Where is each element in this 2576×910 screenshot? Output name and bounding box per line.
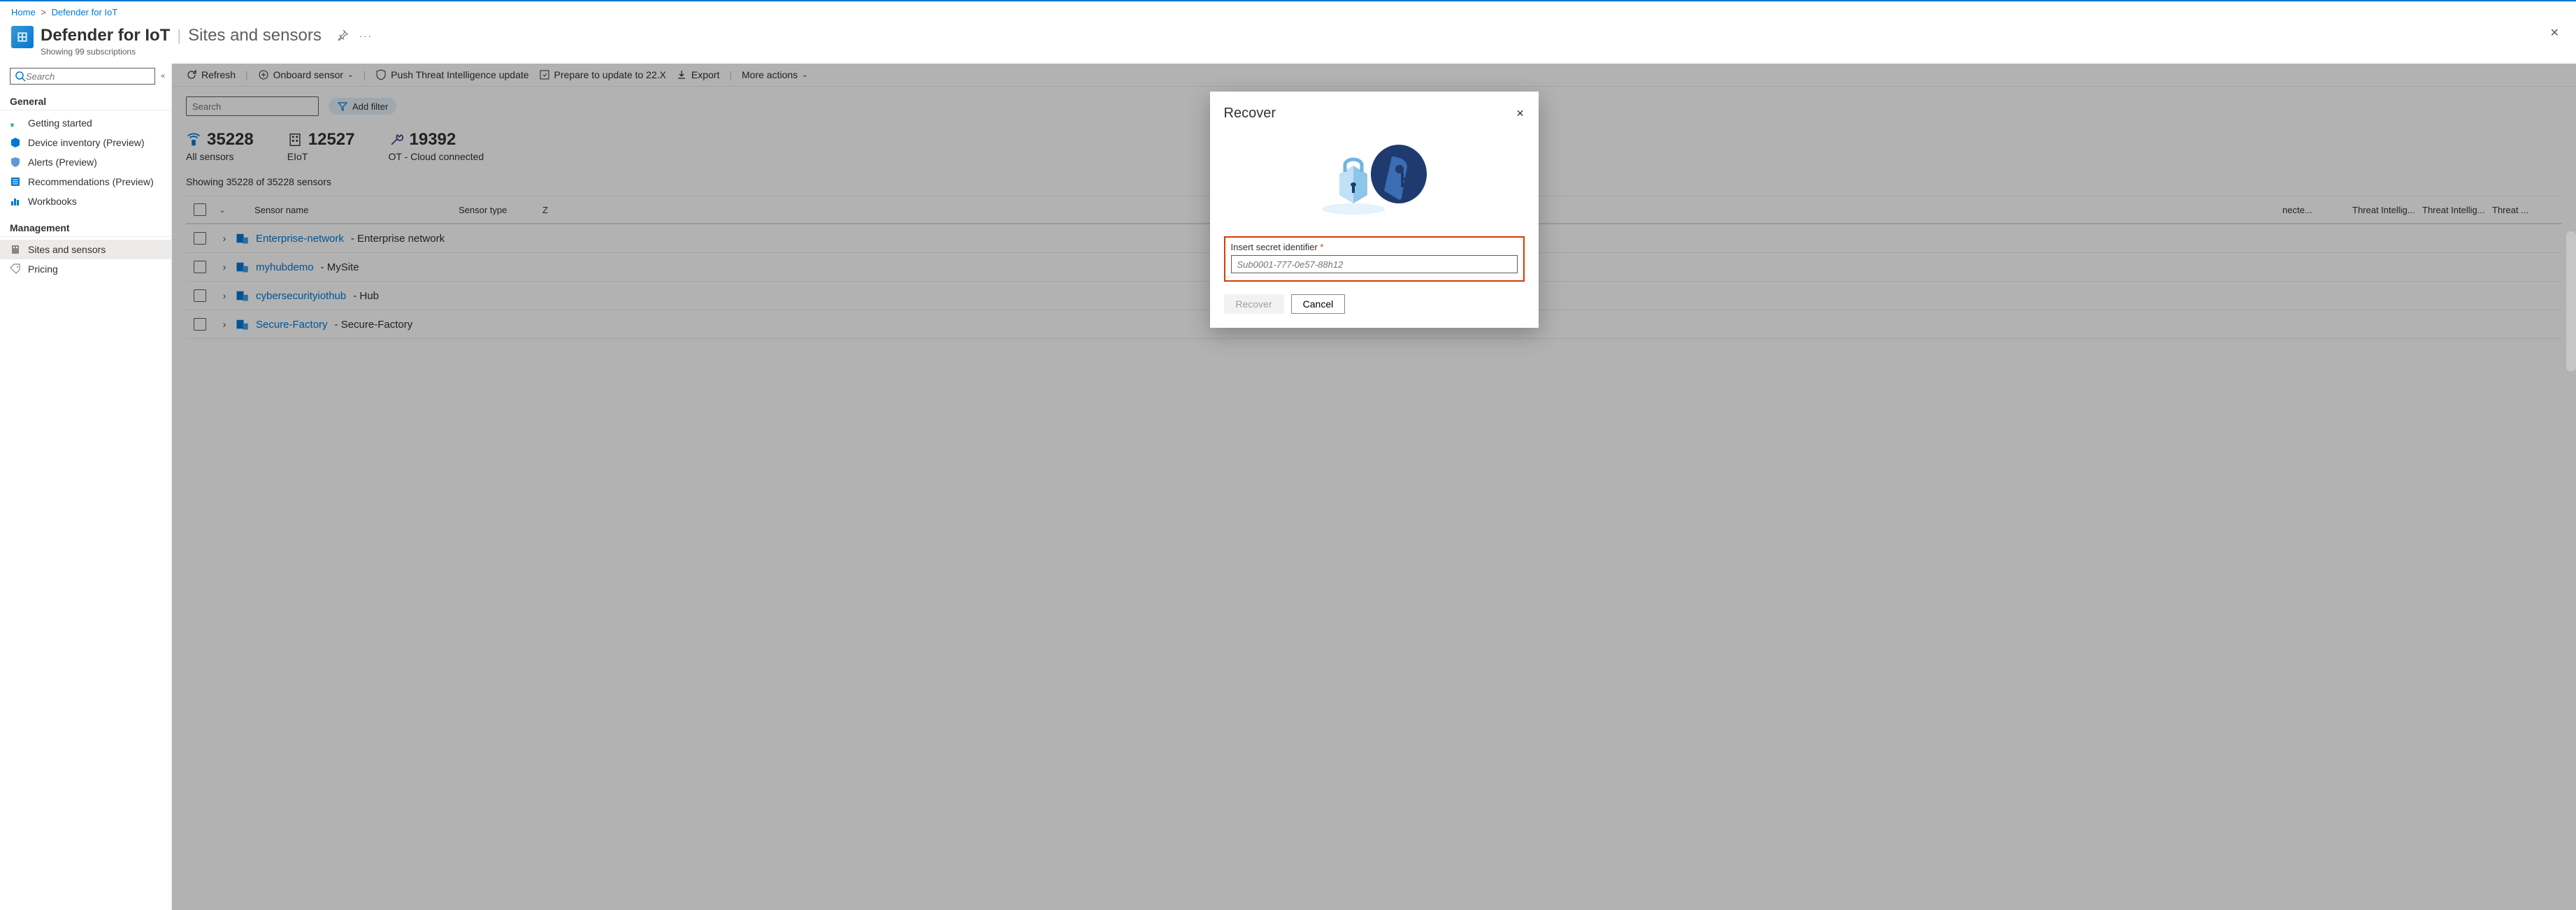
search-icon bbox=[15, 71, 26, 82]
breadcrumb-home[interactable]: Home bbox=[11, 7, 36, 17]
page-section: Sites and sensors bbox=[188, 26, 322, 45]
chevron-right-icon: > bbox=[41, 7, 46, 17]
breadcrumb: Home > Defender for IoT bbox=[0, 1, 2576, 23]
nav-label: Alerts (Preview) bbox=[28, 157, 97, 168]
sidebar-search-input[interactable] bbox=[26, 71, 150, 82]
shield-icon bbox=[10, 157, 21, 168]
dialog-title: Recover bbox=[1224, 106, 1276, 122]
cube-icon bbox=[10, 137, 21, 148]
nav-label: Recommendations (Preview) bbox=[28, 176, 154, 187]
page-header: Defender for IoT | Sites and sensors ···… bbox=[0, 23, 2576, 64]
field-label: Insert secret identifier * bbox=[1231, 242, 1518, 252]
close-icon[interactable]: ✕ bbox=[2550, 26, 2565, 40]
sidebar: « General Getting started Device invento… bbox=[0, 64, 172, 910]
sidebar-search[interactable] bbox=[10, 68, 155, 85]
more-icon[interactable]: ··· bbox=[359, 31, 373, 41]
modal-overlay: Recover ✕ bbox=[172, 64, 2576, 910]
nav-sites-sensors[interactable]: Sites and sensors bbox=[0, 240, 171, 259]
page-title: Defender for IoT bbox=[41, 26, 170, 45]
chart-icon bbox=[10, 196, 21, 207]
nav-label: Device inventory (Preview) bbox=[28, 137, 145, 148]
secret-identifier-field-group: Insert secret identifier * bbox=[1224, 236, 1525, 282]
building-icon bbox=[10, 244, 21, 255]
section-general: General bbox=[0, 92, 171, 110]
breadcrumb-current[interactable]: Defender for IoT bbox=[52, 7, 118, 17]
tag-icon bbox=[10, 263, 21, 275]
nav-getting-started[interactable]: Getting started bbox=[0, 113, 171, 133]
nav-label: Workbooks bbox=[28, 196, 77, 207]
nav-label: Sites and sensors bbox=[28, 244, 106, 255]
nav-label: Getting started bbox=[28, 117, 92, 129]
recover-button[interactable]: Recover bbox=[1224, 294, 1284, 314]
nav-device-inventory[interactable]: Device inventory (Preview) bbox=[0, 133, 171, 152]
cancel-button[interactable]: Cancel bbox=[1291, 294, 1346, 314]
recover-illustration bbox=[1224, 122, 1525, 236]
list-icon bbox=[10, 176, 21, 187]
close-icon[interactable]: ✕ bbox=[1516, 108, 1525, 120]
pin-icon[interactable] bbox=[337, 29, 348, 43]
collapse-sidebar-icon[interactable]: « bbox=[161, 72, 165, 80]
rocket-icon bbox=[10, 117, 21, 129]
nav-pricing[interactable]: Pricing bbox=[0, 259, 171, 279]
secret-identifier-input[interactable] bbox=[1231, 255, 1518, 273]
scrollbar[interactable] bbox=[2566, 231, 2576, 371]
section-management: Management bbox=[0, 218, 171, 237]
nav-alerts[interactable]: Alerts (Preview) bbox=[0, 152, 171, 172]
page-subtitle: Showing 99 subscriptions bbox=[41, 47, 373, 57]
nav-label: Pricing bbox=[28, 263, 58, 275]
nav-recommendations[interactable]: Recommendations (Preview) bbox=[0, 172, 171, 192]
nav-workbooks[interactable]: Workbooks bbox=[0, 192, 171, 211]
main-content: Refresh | Onboard sensor ⌄ | Push Threat… bbox=[172, 64, 2576, 910]
service-icon bbox=[11, 26, 34, 48]
recover-dialog: Recover ✕ bbox=[1210, 92, 1539, 328]
